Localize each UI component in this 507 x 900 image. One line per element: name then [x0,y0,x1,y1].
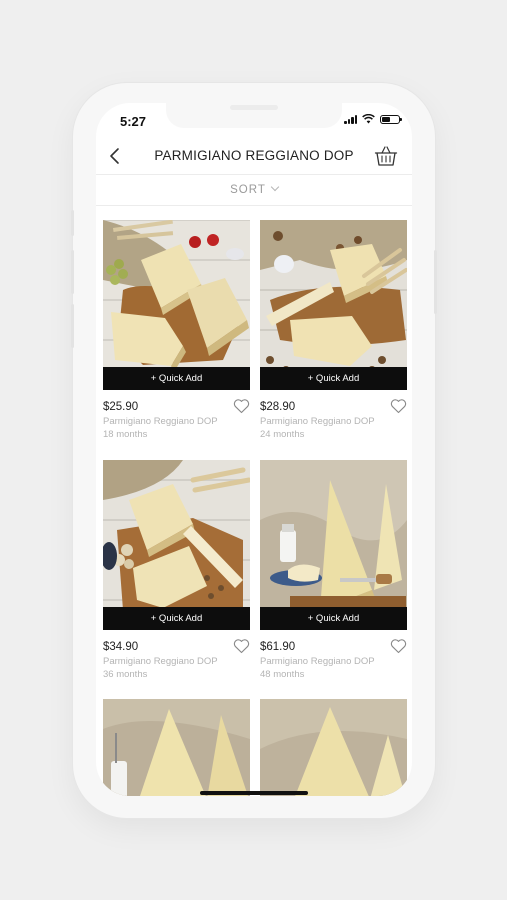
product-card[interactable]: + Quick Add $61.90 Parmigiano Reggiano D… [260,460,407,680]
product-name[interactable]: Parmigiano Reggiano DOP [103,656,250,667]
product-image[interactable]: + Quick Add [103,220,250,390]
product-image[interactable]: + Quick Add [260,460,407,630]
back-chevron-icon[interactable] [108,147,124,165]
notch [166,103,342,128]
status-time: 5:27 [120,114,147,129]
cheese-photo [260,699,407,796]
product-price: $25.90 [103,401,139,413]
quick-add-button[interactable]: + Quick Add [103,607,250,630]
cart-basket-icon[interactable] [374,145,398,167]
nav-header: PARMIGIANO REGGIANO DOP [96,138,412,175]
product-price: $34.90 [103,641,139,653]
product-card[interactable]: + Quick Add $34.90 Parmigiano Reggiano D… [103,460,250,680]
product-age: 18 months [103,429,148,440]
cheese-photo [260,460,407,630]
quick-add-button[interactable]: + Quick Add [103,367,250,390]
battery-icon [380,114,402,124]
mute-switch [71,210,74,236]
app-screen: 5:27 PARMIGIANO REGGIANO DOP SORT + Quic… [96,103,412,796]
cheese-photo [103,220,250,390]
page-title: PARMIGIANO REGGIANO DOP [154,148,354,163]
product-name[interactable]: Parmigiano Reggiano DOP [260,416,407,427]
product-name[interactable]: Parmigiano Reggiano DOP [260,656,407,667]
status-icons [344,114,402,124]
quick-add-button[interactable]: + Quick Add [260,367,407,390]
sort-bar[interactable]: SORT [96,175,412,206]
heart-outline-icon[interactable] [233,638,250,654]
sort-label[interactable]: SORT [230,184,266,196]
product-card[interactable]: + Quick Add $28.90 Parmigiano Reggiano D… [260,220,407,440]
product-image[interactable]: + Quick Add [260,220,407,390]
product-card[interactable] [260,699,407,796]
heart-outline-icon[interactable] [233,398,250,414]
home-indicator [200,791,308,795]
cheese-photo [260,220,407,390]
cheese-photo [103,460,250,630]
cheese-photo [103,699,250,796]
product-name[interactable]: Parmigiano Reggiano DOP [103,416,250,427]
signal-icon [344,114,357,124]
quick-add-button[interactable]: + Quick Add [260,607,407,630]
product-card[interactable] [103,699,250,796]
heart-outline-icon[interactable] [390,398,407,414]
product-age: 48 months [260,669,305,680]
wifi-icon [362,114,375,124]
sort-chevron-icon [270,182,280,192]
volume-down-button [71,304,74,348]
power-button [434,250,437,314]
product-age: 36 months [103,669,148,680]
product-price: $61.90 [260,641,296,653]
product-age: 24 months [260,429,305,440]
volume-up-button [71,250,74,294]
product-card[interactable]: + Quick Add $25.90 Parmigiano Reggiano D… [103,220,250,440]
product-price: $28.90 [260,401,296,413]
heart-outline-icon[interactable] [390,638,407,654]
product-image[interactable] [260,699,407,796]
product-image[interactable] [103,699,250,796]
product-image[interactable]: + Quick Add [103,460,250,630]
